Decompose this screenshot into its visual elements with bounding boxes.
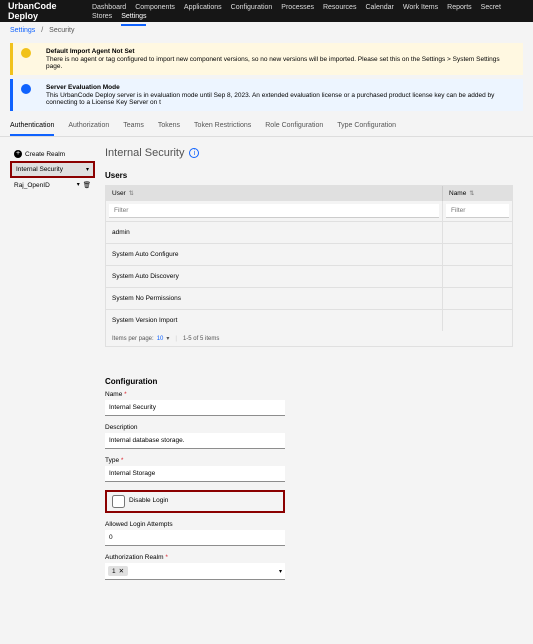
tab-authorization[interactable]: Authorization — [68, 117, 109, 136]
nav-reports[interactable]: Reports — [447, 4, 472, 11]
table-row[interactable]: System Auto Discovery — [106, 265, 512, 287]
info-icon[interactable]: i — [189, 148, 199, 158]
disable-login-checkbox[interactable] — [112, 495, 125, 508]
description-input[interactable] — [105, 433, 285, 449]
nav-applications[interactable]: Applications — [184, 4, 222, 11]
table-row[interactable]: System Version Import — [106, 309, 512, 331]
tab-authentication[interactable]: Authentication — [10, 117, 54, 136]
attempts-label: Allowed Login Attempts — [105, 521, 513, 528]
realm-item-raj_openid[interactable]: Raj_OpenID▾🗑 — [10, 178, 95, 192]
content: Internal Security i Users User ⇅ Name ⇅ … — [95, 147, 523, 588]
nav-dashboard[interactable]: Dashboard — [92, 4, 126, 11]
users-table: User ⇅ Name ⇅ adminSystem Auto Configure… — [105, 185, 513, 347]
plus-icon: + — [14, 150, 22, 158]
type-select[interactable]: Internal Storage — [105, 466, 285, 482]
create-realm-button[interactable]: + Create Realm — [10, 147, 95, 161]
pager: Items per page: 10 ▾ | 1-5 of 5 items — [106, 331, 512, 346]
tab-tokens[interactable]: Tokens — [158, 117, 180, 136]
alert-info: Server Evaluation ModeThis UrbanCode Dep… — [10, 79, 523, 111]
users-heading: Users — [105, 171, 513, 180]
config-heading: Configuration — [105, 377, 513, 386]
chevron-down-icon[interactable]: ▾ — [77, 181, 80, 189]
type-label: Type * — [105, 457, 513, 464]
name-input[interactable] — [105, 400, 285, 416]
nav-calendar[interactable]: Calendar — [365, 4, 393, 11]
nav-settings[interactable]: Settings — [121, 13, 146, 26]
page-size-select[interactable]: 10 — [157, 336, 164, 342]
attempts-input[interactable] — [105, 530, 285, 546]
delete-icon[interactable]: 🗑 — [83, 181, 91, 189]
tab-token-restrictions[interactable]: Token Restrictions — [194, 117, 251, 136]
alert-warn: Default Import Agent Not SetThere is no … — [10, 43, 523, 75]
tab-role-configuration[interactable]: Role Configuration — [265, 117, 323, 136]
breadcrumb-current: Security — [49, 27, 74, 34]
chevron-down-icon[interactable]: ▾ — [279, 568, 282, 575]
subtabs: Authentication Authorization Teams Tokens To… — [0, 115, 533, 137]
breadcrumb: Settings / Security — [0, 22, 533, 39]
top-nav: UrbanCode Deploy Dashboard Components Appl… — [0, 0, 533, 22]
close-icon[interactable]: ✕ — [119, 567, 124, 575]
brand: UrbanCode Deploy — [8, 1, 82, 21]
sort-icon: ⇅ — [469, 190, 474, 197]
table-row[interactable]: admin — [106, 221, 512, 243]
chevron-down-icon: ▾ — [166, 335, 169, 342]
sort-icon: ⇅ — [129, 190, 134, 197]
configuration-section: Configuration Name * Description Type * … — [105, 377, 513, 580]
nav-processes[interactable]: Processes — [281, 4, 314, 11]
disable-login-field[interactable]: Disable Login — [105, 490, 285, 513]
breadcrumb-root[interactable]: Settings — [10, 27, 35, 34]
nav-work-items[interactable]: Work Items — [403, 4, 438, 11]
warning-icon — [21, 48, 31, 58]
table-row[interactable]: System No Permissions — [106, 287, 512, 309]
name-filter-input[interactable] — [446, 204, 509, 218]
sidebar: + Create Realm Internal Security▾Raj_Ope… — [10, 147, 95, 588]
name-label: Name * — [105, 391, 513, 398]
realm-item-internal-security[interactable]: Internal Security▾ — [10, 161, 95, 178]
authz-chip[interactable]: 1 ✕ — [108, 566, 128, 576]
table-row[interactable]: System Auto Configure — [106, 243, 512, 265]
info-icon — [21, 84, 31, 94]
chevron-down-icon[interactable]: ▾ — [86, 166, 89, 173]
description-label: Description — [105, 424, 513, 431]
authz-label: Authorization Realm * — [105, 554, 513, 561]
nav-resources[interactable]: Resources — [323, 4, 356, 11]
nav-components[interactable]: Components — [135, 4, 175, 11]
nav-configuration[interactable]: Configuration — [231, 4, 273, 11]
user-filter-input[interactable] — [109, 204, 439, 218]
page-title: Internal Security i — [105, 147, 513, 159]
col-user[interactable]: User ⇅ — [106, 186, 442, 201]
tab-teams[interactable]: Teams — [123, 117, 144, 136]
tab-type-configuration[interactable]: Type Configuration — [337, 117, 396, 136]
col-name[interactable]: Name ⇅ — [442, 186, 512, 201]
